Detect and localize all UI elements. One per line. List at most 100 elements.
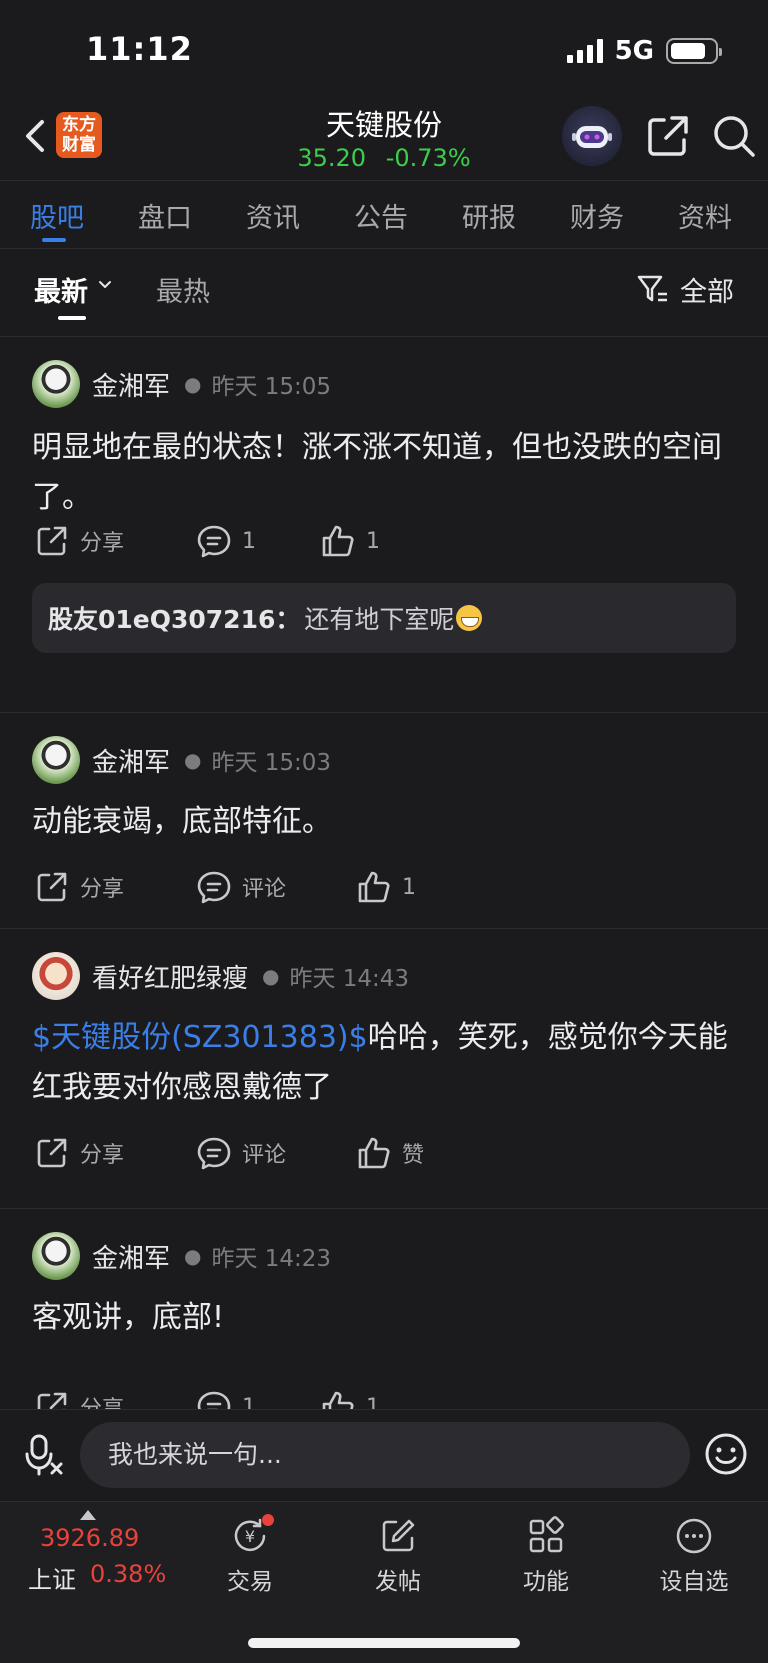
comment-icon	[197, 1137, 231, 1170]
nav-label: 功能	[523, 1569, 569, 1595]
post-feed: 金湘军 ● 昨天 15:05 明显地在最的状态！涨不涨不知道，但也没跌的空间了。…	[0, 337, 768, 1409]
post-time: 昨天 14:43	[289, 966, 410, 992]
emoji-icon[interactable]	[704, 1432, 748, 1476]
share-button[interactable]: 分享	[34, 519, 124, 563]
share-icon[interactable]	[644, 112, 692, 160]
author-name[interactable]: 金湘军	[92, 742, 170, 779]
nav-functions[interactable]: 功能	[496, 1516, 596, 1596]
share-label: 分享	[80, 1143, 125, 1168]
stock-price: 35.20	[297, 144, 367, 172]
sort-hot[interactable]: 最热	[156, 270, 210, 309]
post-actions: 分享 评论 1	[34, 865, 754, 909]
header-divider	[0, 180, 768, 181]
post-item[interactable]: 金湘军 ● 昨天 15:03 动能衰竭，底部特征。 分享 评论 1	[0, 713, 768, 929]
author-name[interactable]: 看好红肥绿瘦	[92, 958, 248, 995]
status-indicators: 5G	[566, 36, 722, 66]
sort-latest[interactable]: 最新	[34, 270, 88, 309]
avatar[interactable]	[32, 736, 80, 784]
tab-profile[interactable]: 资料	[678, 196, 732, 235]
post-header: 金湘军 ● 昨天 15:05	[32, 359, 331, 409]
post-body[interactable]: 明显地在最的状态！涨不涨不知道，但也没跌的空间了。	[32, 423, 740, 523]
robot-assistant-icon[interactable]	[562, 106, 622, 166]
index-value[interactable]: 3926.89	[40, 1524, 139, 1552]
network-label: 5G	[614, 36, 654, 66]
separator-dot: ●	[262, 964, 280, 988]
index-name[interactable]: 上证	[28, 1560, 76, 1595]
comment-icon	[197, 1391, 231, 1409]
reply-text: 还有地下室呢	[304, 605, 455, 634]
chevron-down-icon[interactable]	[96, 276, 114, 294]
comment-button[interactable]: 1	[196, 519, 256, 563]
up-arrow-icon	[80, 1510, 96, 1520]
avatar[interactable]	[32, 360, 80, 408]
nav-post[interactable]: 发帖	[348, 1516, 448, 1596]
post-actions: 分享 1 1	[34, 519, 754, 563]
post-item[interactable]: 金湘军 ● 昨天 15:05 明显地在最的状态！涨不涨不知道，但也没跌的空间了。…	[0, 337, 768, 713]
post-item[interactable]: 看好红肥绿瘦 ● 昨天 14:43 $天键股份(SZ301383)$哈哈，笑死，…	[0, 929, 768, 1209]
like-button[interactable]: 1	[320, 1385, 380, 1409]
nav-trade[interactable]: ¥ 交易	[200, 1514, 300, 1596]
share-label: 分享	[80, 1391, 124, 1409]
like-button[interactable]: 1	[320, 519, 380, 563]
share-button[interactable]: 分享	[34, 865, 124, 909]
like-button[interactable]: 赞	[356, 1131, 424, 1175]
reply-preview[interactable]: 股友01eQ307216： 还有地下室呢	[32, 583, 736, 653]
post-header: 金湘军 ● 昨天 15:03	[32, 735, 331, 785]
comment-icon	[197, 525, 231, 558]
tab-research[interactable]: 研报	[462, 196, 516, 235]
tab-announcements[interactable]: 公告	[354, 196, 408, 235]
post-actions: 分享 评论 赞	[34, 1131, 754, 1175]
section-tabs: 股吧 盘口 资讯 公告 研报 财务 资料	[0, 186, 768, 248]
post-body[interactable]: $天键股份(SZ301383)$哈哈，笑死，感觉你今天能红我要对你感恩戴德了	[32, 1013, 740, 1113]
tabs-divider	[0, 248, 768, 249]
post-body[interactable]: 客观讲，底部!	[32, 1293, 740, 1343]
separator-dot: ●	[184, 372, 202, 396]
nav-add-watchlist[interactable]: 设自选	[644, 1516, 744, 1596]
stock-mention-link[interactable]: $天键股份(SZ301383)$	[32, 1020, 368, 1055]
share-icon	[37, 872, 67, 902]
comment-count: 1	[242, 528, 256, 554]
post-header: 金湘军 ● 昨天 14:23	[32, 1231, 331, 1281]
filter-label[interactable]: 全部	[680, 270, 734, 309]
comment-button[interactable]: 评论	[196, 1131, 286, 1175]
author-name[interactable]: 金湘军	[92, 1238, 170, 1275]
bottom-nav: 3926.89 上证 0.38% ¥ 交易 发帖 功能 设自选	[0, 1501, 768, 1663]
nav-label: 交易	[227, 1569, 273, 1595]
tab-guba[interactable]: 股吧	[30, 196, 84, 235]
share-icon	[37, 1138, 67, 1168]
index-change[interactable]: 0.38%	[90, 1560, 166, 1588]
post-item[interactable]: 金湘军 ● 昨天 14:23 客观讲，底部! 分享 1	[0, 1209, 768, 1409]
status-bar: 11:12 5G	[0, 0, 768, 100]
comment-button[interactable]: 1	[196, 1385, 256, 1409]
like-count: 1	[402, 874, 416, 900]
comment-button[interactable]: 评论	[196, 865, 286, 909]
filter-icon[interactable]	[636, 272, 670, 306]
tab-finance[interactable]: 财务	[570, 196, 624, 235]
avatar[interactable]	[32, 1232, 80, 1280]
comment-count: 1	[242, 1394, 256, 1410]
share-button[interactable]: 分享	[34, 1131, 124, 1175]
search-icon[interactable]	[710, 112, 758, 160]
home-indicator[interactable]	[248, 1638, 520, 1648]
avatar[interactable]	[32, 952, 80, 1000]
like-label: 赞	[402, 1143, 425, 1168]
comment-bar: 我也来说一句...	[0, 1409, 768, 1501]
thumbs-up-icon	[358, 871, 390, 903]
share-icon	[37, 1392, 67, 1409]
nav-label: 发帖	[375, 1569, 421, 1595]
tab-news[interactable]: 资讯	[246, 196, 300, 235]
tab-pankou[interactable]: 盘口	[138, 196, 192, 235]
comment-input[interactable]: 我也来说一句...	[80, 1422, 690, 1488]
sort-underline	[58, 316, 86, 320]
reply-author[interactable]: 股友01eQ307216：	[48, 600, 300, 636]
like-button[interactable]: 1	[356, 865, 416, 909]
comment-label: 评论	[242, 1143, 287, 1168]
post-body[interactable]: 动能衰竭，底部特征。	[32, 797, 740, 847]
nav-label: 设自选	[659, 1569, 729, 1595]
post-time: 昨天 15:03	[211, 750, 332, 776]
share-button[interactable]: 分享	[34, 1385, 124, 1409]
voice-input-icon[interactable]	[24, 1432, 64, 1476]
author-name[interactable]: 金湘军	[92, 366, 170, 403]
notification-dot	[262, 1514, 274, 1526]
separator-dot: ●	[184, 748, 202, 772]
